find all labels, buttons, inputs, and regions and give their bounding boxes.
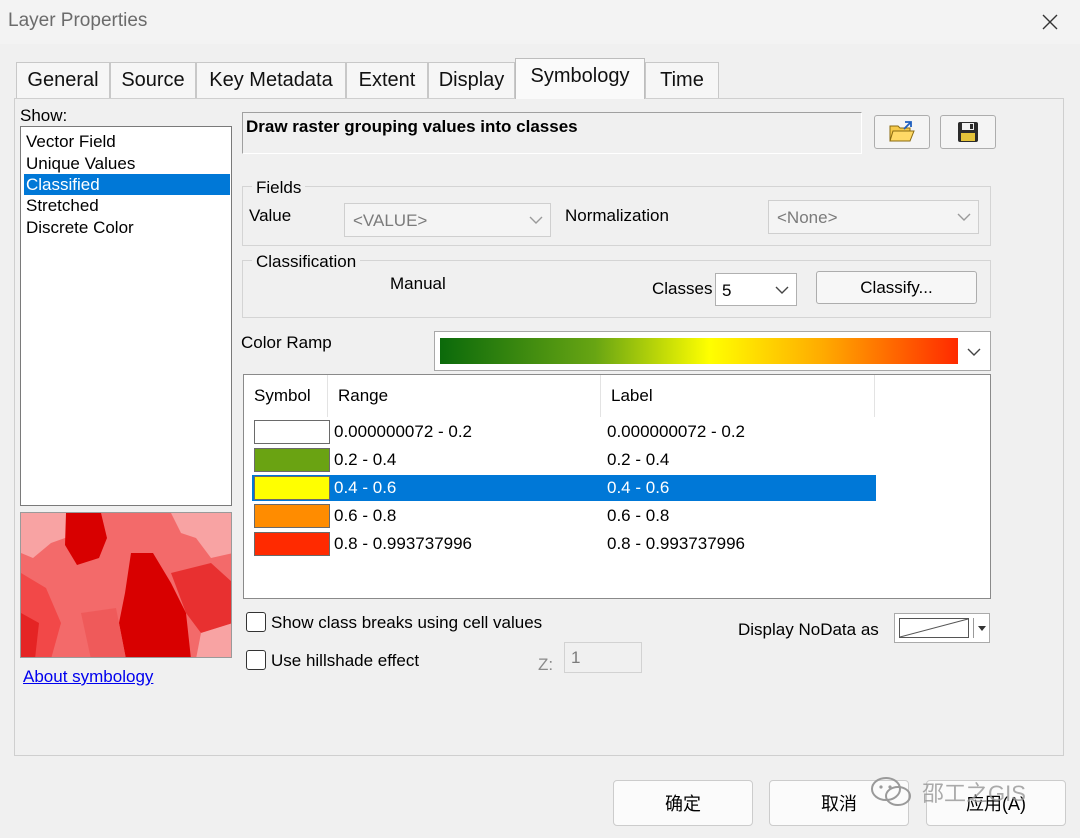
classification-method: Manual bbox=[390, 274, 446, 293]
value-label: Value bbox=[249, 206, 292, 225]
table-row[interactable]: 0.8 - 0.993737996 0.8 - 0.993737996 bbox=[252, 531, 876, 557]
open-layer-file-button[interactable] bbox=[874, 115, 930, 149]
symbology-preview-image bbox=[20, 512, 232, 658]
show-item-stretched[interactable]: Stretched bbox=[24, 195, 230, 216]
z-factor-input[interactable]: 1 bbox=[564, 642, 642, 673]
class-range: 0.6 - 0.8 bbox=[334, 506, 397, 525]
class-label: 0.6 - 0.8 bbox=[607, 506, 670, 525]
color-ramp-combo[interactable] bbox=[434, 331, 991, 371]
header-range[interactable]: Range bbox=[328, 375, 601, 417]
table-row-selected[interactable]: 0.4 - 0.6 0.4 - 0.6 bbox=[252, 475, 876, 501]
save-disk-icon bbox=[958, 122, 978, 142]
renderer-description-box: Draw raster grouping values into classes bbox=[242, 112, 862, 154]
class-label: 0.8 - 0.993737996 bbox=[607, 534, 746, 553]
header-symbol[interactable]: Symbol bbox=[244, 375, 328, 417]
show-item-unique-values[interactable]: Unique Values bbox=[24, 153, 230, 174]
normalization-label: Normalization bbox=[565, 206, 669, 225]
class-breaks-checkbox[interactable] bbox=[246, 612, 266, 632]
layer-properties-dialog: Layer Properties General Source Key Meta… bbox=[0, 0, 1080, 838]
class-symbol-swatch[interactable] bbox=[254, 532, 330, 556]
nodata-color-picker[interactable] bbox=[894, 613, 990, 643]
class-symbol-swatch[interactable] bbox=[254, 476, 330, 500]
chevron-down-icon bbox=[529, 216, 543, 224]
class-range: 0.8 - 0.993737996 bbox=[334, 534, 473, 553]
classify-button[interactable]: Classify... bbox=[816, 271, 977, 304]
color-ramp-gradient bbox=[440, 338, 958, 364]
class-range: 0.000000072 - 0.2 bbox=[334, 422, 473, 441]
show-item-classified[interactable]: Classified bbox=[24, 174, 230, 195]
classification-group-title: Classification bbox=[252, 252, 361, 272]
show-item-vector-field[interactable]: Vector Field bbox=[24, 131, 230, 152]
class-table[interactable]: Symbol Range Label 0.000000072 - 0.2 0.0… bbox=[243, 374, 991, 599]
table-row[interactable]: 0.2 - 0.4 0.2 - 0.4 bbox=[252, 447, 876, 473]
hillshade-label: Use hillshade effect bbox=[271, 651, 420, 670]
ok-button[interactable]: 确定 bbox=[613, 780, 753, 826]
header-label[interactable]: Label bbox=[601, 375, 875, 417]
normalization-combo[interactable]: <None> bbox=[768, 200, 979, 234]
class-symbol-swatch[interactable] bbox=[254, 420, 330, 444]
chevron-down-icon bbox=[775, 286, 789, 294]
save-layer-file-button[interactable] bbox=[940, 115, 996, 149]
value-field-combo[interactable]: <VALUE> bbox=[344, 203, 551, 237]
color-ramp-label: Color Ramp bbox=[241, 333, 332, 352]
classes-combo[interactable]: 5 bbox=[715, 273, 797, 306]
renderer-description: Draw raster grouping values into classes bbox=[246, 117, 578, 136]
panel-content: Show: Vector Field Unique Values Classif… bbox=[0, 0, 1080, 838]
class-symbol-swatch[interactable] bbox=[254, 504, 330, 528]
show-label: Show: bbox=[20, 106, 68, 125]
class-label: 0.000000072 - 0.2 bbox=[607, 422, 746, 441]
class-label: 0.4 - 0.6 bbox=[607, 478, 670, 497]
classes-selected: 5 bbox=[722, 281, 732, 300]
table-row[interactable]: 0.6 - 0.8 0.6 - 0.8 bbox=[252, 503, 876, 529]
fields-group-title: Fields bbox=[252, 178, 306, 198]
normalization-selected: <None> bbox=[777, 208, 838, 227]
apply-button[interactable]: 应用(A) bbox=[926, 780, 1066, 826]
class-range: 0.4 - 0.6 bbox=[334, 478, 397, 497]
class-label: 0.2 - 0.4 bbox=[607, 450, 670, 469]
class-symbol-swatch[interactable] bbox=[254, 448, 330, 472]
hillshade-checkbox[interactable] bbox=[246, 650, 266, 670]
cancel-button[interactable]: 取消 bbox=[769, 780, 909, 826]
classes-label: Classes bbox=[652, 279, 713, 298]
dropdown-arrow-icon bbox=[978, 626, 986, 631]
table-row[interactable]: 0.000000072 - 0.2 0.000000072 - 0.2 bbox=[252, 419, 876, 445]
nodata-color-swatch-icon bbox=[899, 618, 969, 638]
about-symbology-link[interactable]: About symbology bbox=[23, 667, 153, 687]
nodata-label: Display NoData as bbox=[738, 620, 879, 639]
open-folder-icon bbox=[889, 121, 915, 142]
chevron-down-icon bbox=[967, 348, 981, 356]
class-range: 0.2 - 0.4 bbox=[334, 450, 397, 469]
chevron-down-icon bbox=[957, 213, 971, 221]
value-field-selected: <VALUE> bbox=[353, 211, 428, 230]
show-item-discrete-color[interactable]: Discrete Color bbox=[24, 217, 230, 238]
class-breaks-label: Show class breaks using cell values bbox=[271, 613, 543, 632]
show-listbox[interactable]: Vector Field Unique Values Classified St… bbox=[20, 126, 232, 506]
z-label: Z: bbox=[538, 655, 554, 674]
